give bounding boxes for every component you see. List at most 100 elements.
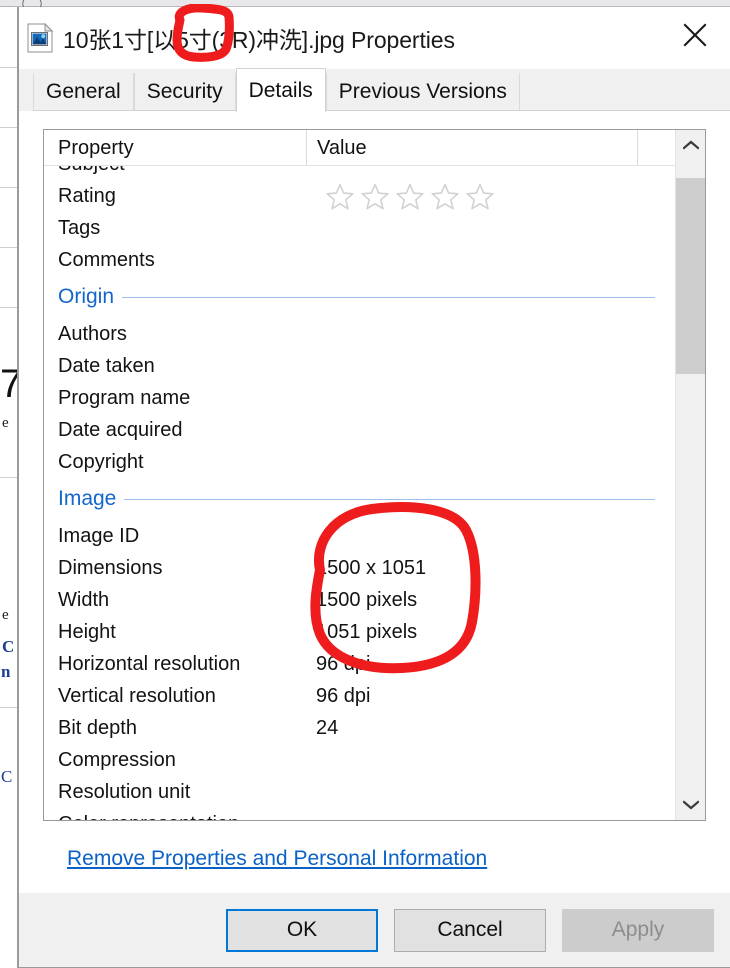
- column-header-label: Property: [58, 136, 134, 159]
- property-name: Date taken: [58, 354, 155, 377]
- table-row[interactable]: Program name: [44, 382, 675, 414]
- table-row[interactable]: Authors: [44, 318, 675, 350]
- table-row[interactable]: Rating: [44, 180, 675, 212]
- tab-label: Details: [248, 78, 313, 102]
- chevron-up-icon[interactable]: [676, 130, 705, 160]
- section-divider: [122, 296, 655, 298]
- dialog-title: 10张1寸[以5寸(3R)冲洗].jpg Properties: [63, 27, 455, 53]
- property-name: Color representation: [44, 813, 306, 821]
- table-row[interactable]: Copyright: [44, 446, 675, 478]
- property-list-header: Property Value: [44, 130, 675, 166]
- background-top-strip: …（…）: [0, 0, 730, 11]
- property-value[interactable]: 96 dpi: [306, 653, 675, 676]
- tab-previous-versions[interactable]: Previous Versions: [325, 73, 520, 111]
- star-icon[interactable]: [360, 182, 390, 211]
- table-row[interactable]: Date taken: [44, 350, 675, 382]
- tab-label: Security: [146, 80, 223, 103]
- button-label: Apply: [611, 918, 665, 941]
- dialog-footer: OK Cancel Apply: [19, 893, 730, 967]
- table-row[interactable]: Compression: [44, 744, 675, 776]
- file-properties-dialog: 10张1寸[以5寸(3R)冲洗].jpg Properties General …: [18, 7, 730, 968]
- column-header-value[interactable]: Value: [306, 130, 637, 166]
- property-rows: Subject Rating Tags Comments Origin Authors Da…: [44, 166, 675, 820]
- star-icon[interactable]: [465, 182, 495, 211]
- rating-stars[interactable]: [316, 182, 675, 211]
- property-section-header: Origin: [44, 276, 675, 318]
- property-value[interactable]: [306, 182, 675, 211]
- table-row[interactable]: Height 1051 pixels: [44, 616, 675, 648]
- property-name: Compression: [58, 748, 176, 771]
- property-rows-viewport: Subject Rating Tags Comments Origin Authors Da…: [44, 166, 675, 820]
- property-name: Horizontal resolution: [58, 652, 241, 675]
- table-row[interactable]: Tags: [44, 212, 675, 244]
- property-name: Comments: [58, 248, 155, 271]
- tab-details[interactable]: Details: [235, 68, 326, 112]
- property-name: Resolution unit: [58, 780, 191, 803]
- section-label: Origin: [58, 285, 115, 308]
- property-value[interactable]: 1500 pixels: [306, 589, 675, 612]
- table-row[interactable]: Dimensions 1500 x 1051: [44, 552, 675, 584]
- property-name: Authors: [58, 322, 127, 345]
- property-name: Subject: [44, 166, 306, 176]
- property-name: Image ID: [58, 524, 140, 547]
- table-row[interactable]: Subject: [44, 166, 675, 180]
- star-icon[interactable]: [430, 182, 460, 211]
- column-header-spacer: [637, 130, 675, 166]
- tab-label: General: [46, 80, 121, 103]
- property-value[interactable]: 1500 x 1051: [306, 557, 675, 580]
- property-value[interactable]: 1051 pixels: [306, 621, 675, 644]
- table-row[interactable]: Resolution unit: [44, 776, 675, 808]
- vertical-scrollbar[interactable]: [675, 130, 705, 820]
- property-list-inner: Property Value Subject Rating Tags Comments…: [44, 130, 675, 820]
- property-name: Height: [58, 620, 116, 643]
- cancel-button[interactable]: Cancel: [394, 908, 546, 952]
- table-row[interactable]: Bit depth 24: [44, 712, 675, 744]
- property-name: Program name: [58, 386, 191, 409]
- apply-button: Apply: [562, 908, 714, 952]
- button-label: OK: [286, 918, 318, 941]
- section-label: Image: [58, 487, 117, 510]
- button-label: Cancel: [437, 918, 503, 941]
- table-row[interactable]: Date acquired: [44, 414, 675, 446]
- background-fragment: 7: [0, 362, 17, 407]
- table-row[interactable]: Width 1500 pixels: [44, 584, 675, 616]
- property-name: Vertical resolution: [58, 684, 216, 707]
- property-name: Copyright: [58, 450, 144, 473]
- scrollbar-thumb[interactable]: [676, 178, 705, 374]
- property-name: Tags: [58, 216, 101, 239]
- background-fragment: e: [2, 607, 9, 623]
- star-icon[interactable]: [395, 182, 425, 211]
- background-left-column: 7 e e C n C: [0, 7, 18, 968]
- property-name: Bit depth: [58, 716, 137, 739]
- table-row[interactable]: Image ID: [44, 520, 675, 552]
- star-icon[interactable]: [325, 182, 355, 211]
- ok-button[interactable]: OK: [226, 908, 378, 952]
- property-name: Date acquired: [58, 418, 183, 441]
- background-fragment: C: [1, 767, 13, 786]
- column-header-property[interactable]: Property: [44, 130, 306, 166]
- image-file-icon: [27, 23, 53, 53]
- dialog-title-bar: 10张1寸[以5寸(3R)冲洗].jpg Properties: [19, 7, 730, 69]
- remove-properties-row: Remove Properties and Personal Informati…: [43, 821, 706, 871]
- property-value[interactable]: 96 dpi: [306, 685, 675, 708]
- background-fragment: n: [1, 662, 11, 681]
- tab-security[interactable]: Security: [133, 73, 236, 111]
- property-name: Rating: [58, 184, 116, 207]
- column-header-label: Value: [317, 136, 367, 159]
- table-row[interactable]: Vertical resolution 96 dpi: [44, 680, 675, 712]
- tab-strip: General Security Details Previous Versio…: [19, 68, 730, 112]
- details-tab-panel: Property Value Subject Rating Tags Comments…: [19, 111, 730, 893]
- table-row[interactable]: Horizontal resolution 96 dpi: [44, 648, 675, 680]
- tab-general[interactable]: General: [33, 73, 134, 111]
- property-list: Property Value Subject Rating Tags Comments…: [43, 129, 706, 821]
- chevron-down-icon[interactable]: [676, 790, 705, 820]
- property-value[interactable]: 24: [306, 717, 675, 740]
- remove-properties-link[interactable]: Remove Properties and Personal Informati…: [67, 847, 487, 870]
- scrollbar-track[interactable]: [676, 160, 705, 790]
- property-name: Dimensions: [58, 556, 163, 579]
- table-row[interactable]: Comments: [44, 244, 675, 276]
- property-section-header: Image: [44, 478, 675, 520]
- table-row[interactable]: Color representation: [44, 808, 675, 821]
- close-icon[interactable]: [668, 11, 722, 59]
- section-divider: [124, 498, 655, 500]
